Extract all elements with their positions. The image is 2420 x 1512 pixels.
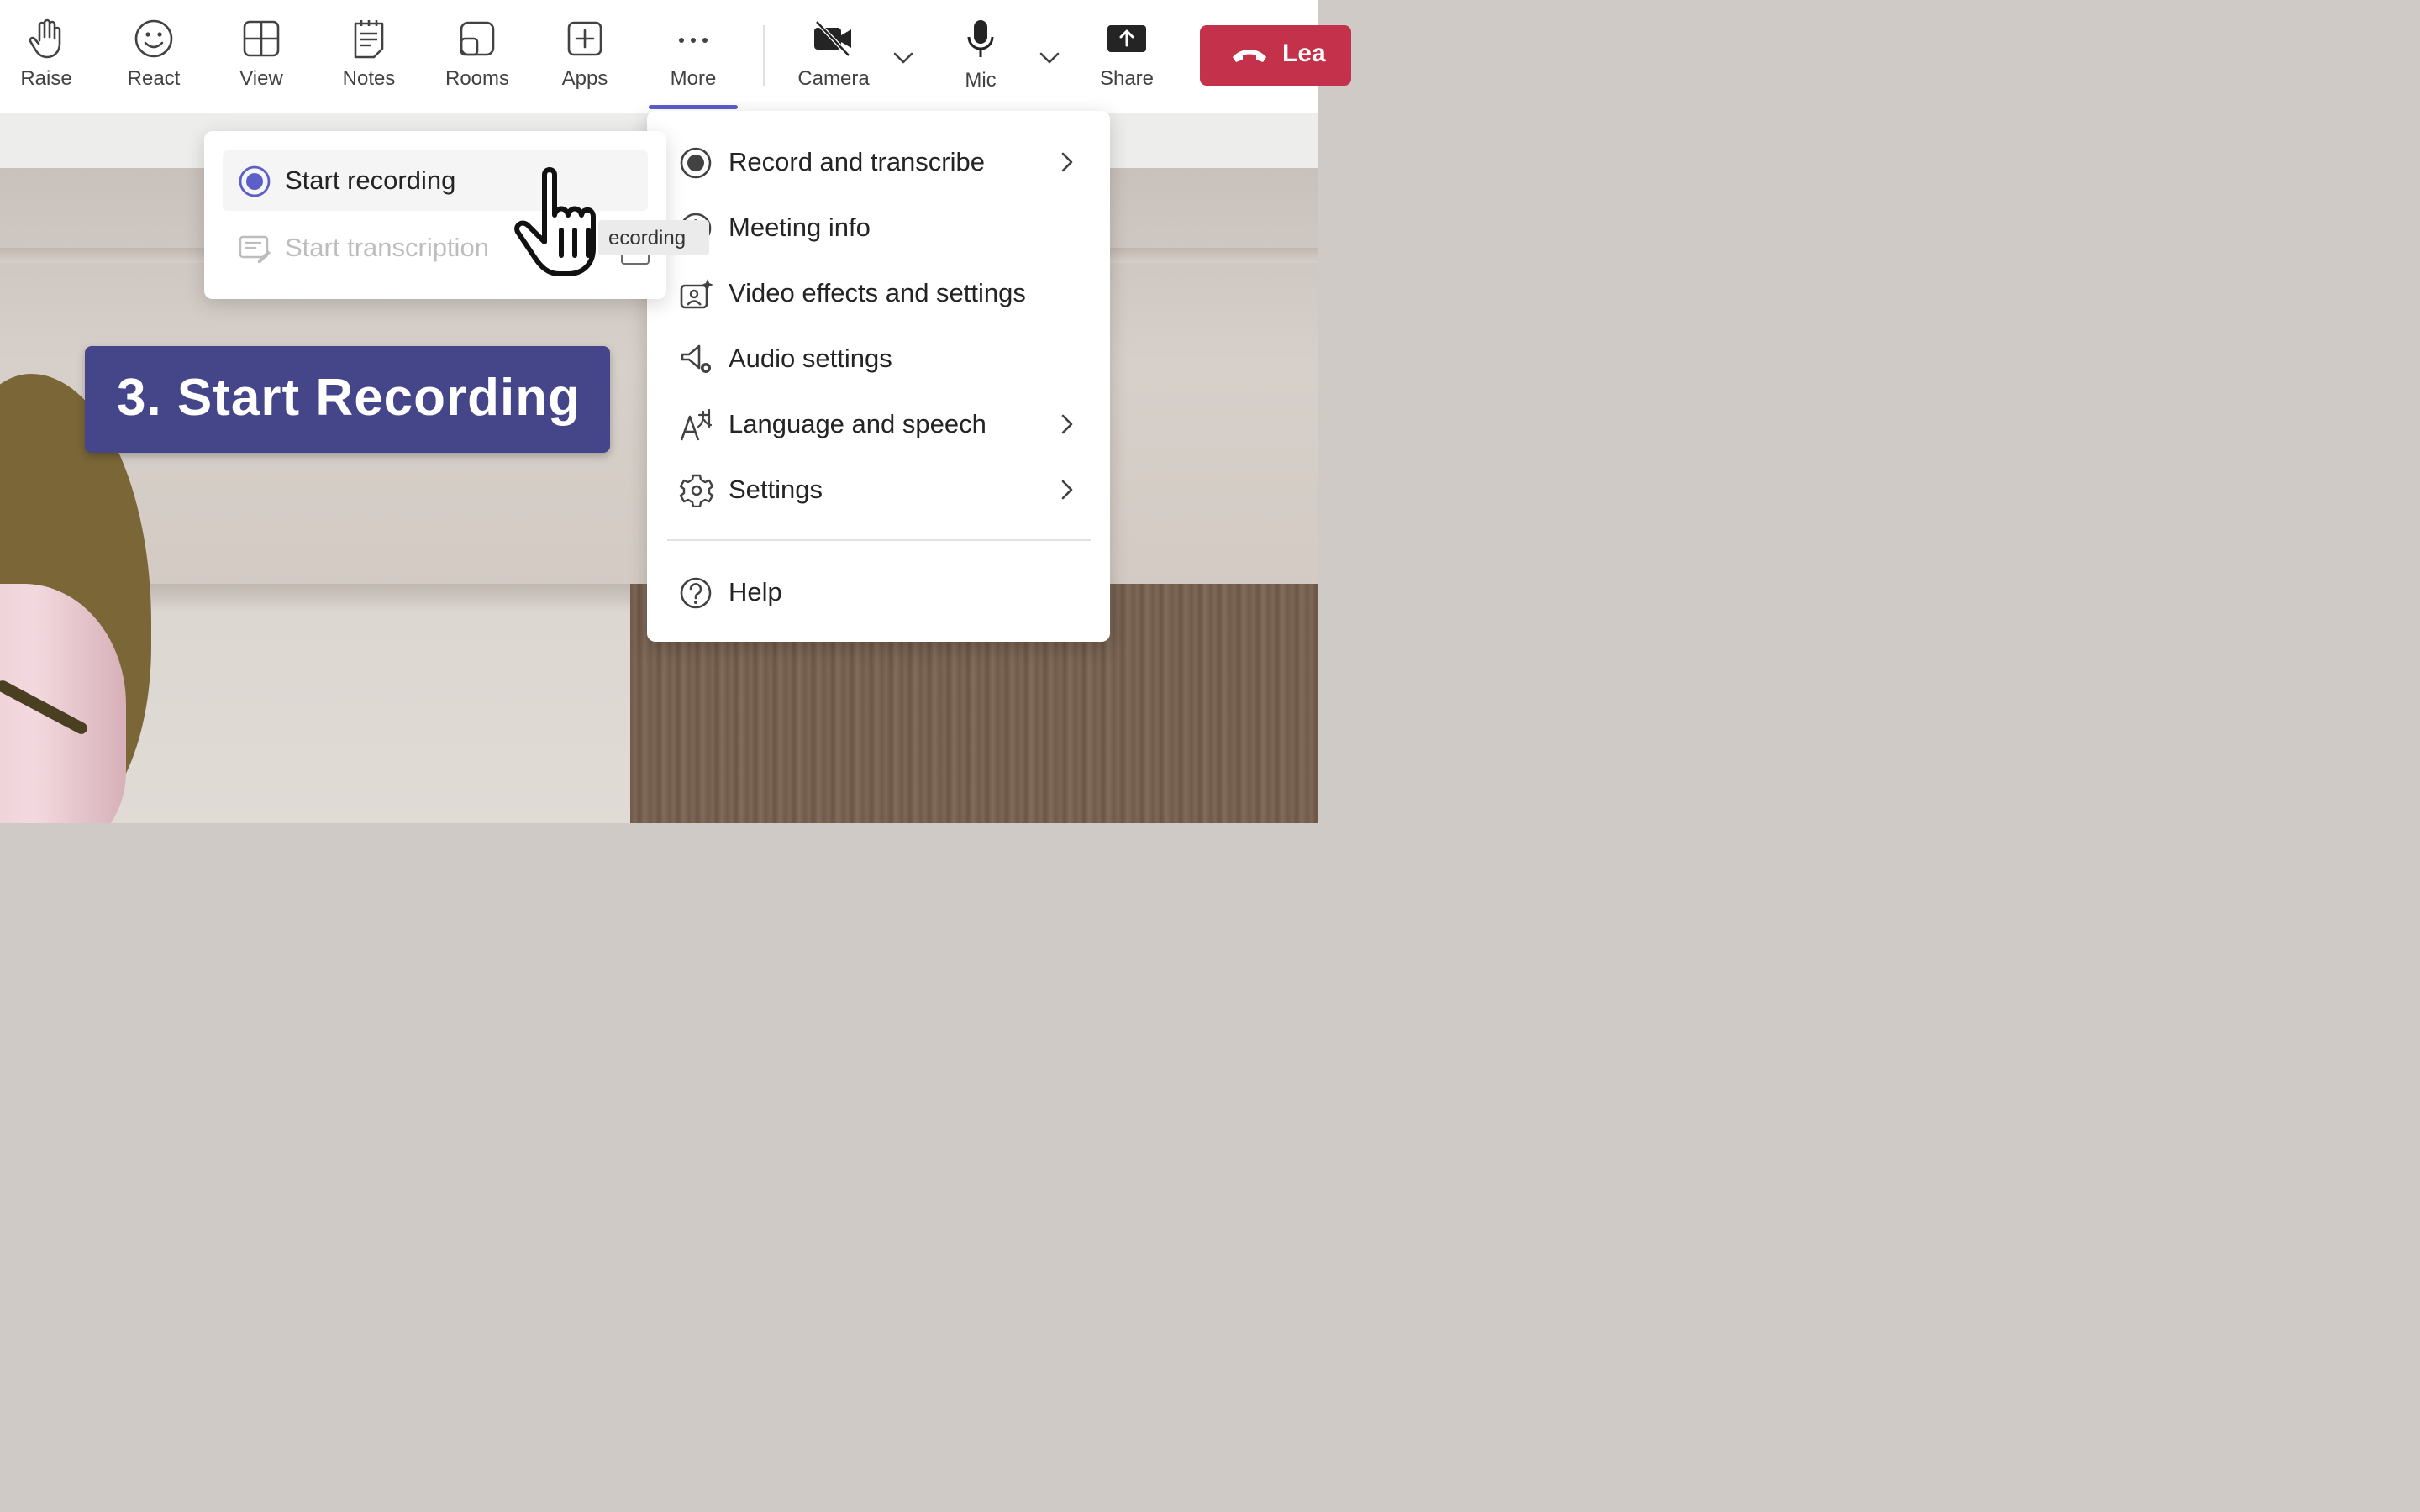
react-label: React xyxy=(127,67,181,90)
help-icon xyxy=(680,577,712,609)
share-icon xyxy=(1107,25,1146,52)
rooms-icon xyxy=(460,21,495,56)
chevron-right-icon xyxy=(1061,152,1073,172)
notes-icon xyxy=(354,20,384,59)
record-icon xyxy=(680,147,712,179)
share-button[interactable]: Share xyxy=(1081,15,1173,99)
react-button[interactable]: React xyxy=(108,15,200,99)
start-transcription-label: Start transcription xyxy=(285,233,489,262)
plus-box-icon xyxy=(567,21,602,56)
camera-off-icon xyxy=(814,20,851,57)
view-button[interactable]: View xyxy=(215,15,308,99)
start-recording-label: Start recording xyxy=(285,165,456,195)
menu-item-video-effects[interactable]: Video effects and settings xyxy=(647,263,1110,322)
meeting-toolbar: Raise React View Notes Rooms Apps More C… xyxy=(0,0,1351,113)
more-menu: Record and transcribe Meeting info Video… xyxy=(647,111,1110,642)
step-callout-text: 3. Start Recording xyxy=(117,369,581,427)
menu-item-label: Audio settings xyxy=(729,344,892,373)
camera-options-chevron-icon[interactable] xyxy=(891,45,916,71)
menu-item-help[interactable]: Help xyxy=(647,562,1110,621)
hand-pointer-cursor-icon xyxy=(514,167,596,276)
video-effects-icon xyxy=(680,279,713,309)
raise-label: Raise xyxy=(20,67,72,90)
language-icon xyxy=(680,408,713,441)
menu-item-label: Language and speech xyxy=(729,409,986,438)
phone-hangup-icon xyxy=(1233,50,1266,62)
apps-button[interactable]: Apps xyxy=(539,15,631,99)
chevron-right-icon xyxy=(1061,480,1073,500)
more-label: More xyxy=(670,67,717,90)
apps-label: Apps xyxy=(561,67,608,90)
menu-item-record-and-transcribe[interactable]: Record and transcribe xyxy=(647,132,1110,191)
view-label: View xyxy=(239,67,283,90)
more-button[interactable]: More xyxy=(647,15,739,99)
transcript-icon xyxy=(239,235,271,263)
menu-item-meeting-info[interactable]: Meeting info xyxy=(647,197,1110,256)
leave-label: Lea xyxy=(1282,39,1326,67)
menu-divider xyxy=(667,539,1091,541)
notes-button[interactable]: Notes xyxy=(323,15,415,99)
menu-item-label: Record and transcribe xyxy=(729,147,985,176)
menu-item-label: Settings xyxy=(729,475,823,504)
leave-button[interactable]: Lea xyxy=(1200,25,1351,86)
record-dot-icon xyxy=(239,165,271,197)
mic-options-chevron-icon[interactable] xyxy=(1037,45,1062,71)
chevron-right-icon xyxy=(1061,414,1073,434)
menu-item-label: Meeting info xyxy=(729,213,871,242)
mic-button[interactable]: Mic xyxy=(934,15,1027,99)
ellipsis-icon xyxy=(679,38,708,43)
menu-item-label: Video effects and settings xyxy=(729,278,1026,307)
gear-icon xyxy=(679,474,714,507)
menu-item-label: Help xyxy=(729,577,782,606)
raise-button[interactable]: Raise xyxy=(0,15,92,99)
rooms-button[interactable]: Rooms xyxy=(431,15,523,99)
audio-settings-icon xyxy=(681,344,711,373)
menu-item-audio-settings[interactable]: Audio settings xyxy=(647,328,1110,387)
more-active-indicator xyxy=(649,105,738,109)
mic-label: Mic xyxy=(965,69,997,92)
hand-icon xyxy=(29,18,61,59)
toolbar-divider xyxy=(763,25,765,86)
camera-button[interactable]: Camera xyxy=(787,15,880,99)
step-callout: 3. Start Recording xyxy=(85,346,610,453)
share-label: Share xyxy=(1099,67,1155,90)
notes-label: Notes xyxy=(342,67,396,90)
smiley-icon xyxy=(134,19,173,58)
mic-icon xyxy=(967,20,994,57)
rooms-label: Rooms xyxy=(445,67,510,90)
grid-icon xyxy=(243,20,280,57)
menu-item-language-and-speech[interactable]: Language and speech xyxy=(647,394,1110,453)
camera-label: Camera xyxy=(797,67,870,90)
menu-item-settings[interactable]: Settings xyxy=(647,459,1110,518)
